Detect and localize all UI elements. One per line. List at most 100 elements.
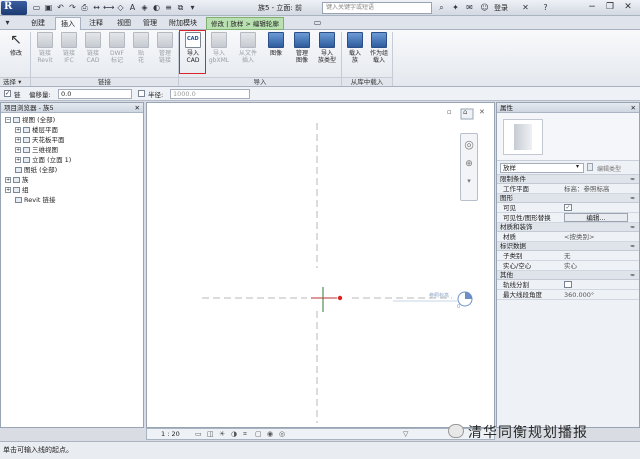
property-value[interactable]: 编辑... bbox=[564, 213, 628, 222]
load-as-group-button[interactable]: 作为组 载入 bbox=[367, 32, 391, 64]
property-value[interactable]: 实心 bbox=[564, 261, 577, 271]
browser-item[interactable]: − 视图 (全部) bbox=[5, 115, 143, 125]
modify-button[interactable]: ↖ 修改 bbox=[4, 32, 28, 57]
restore-button[interactable]: ❐ bbox=[602, 1, 618, 14]
tag-icon[interactable]: ◇ bbox=[115, 2, 126, 13]
close-icon[interactable]: ✕ bbox=[631, 103, 636, 113]
decal-button[interactable]: 贴 花 bbox=[129, 32, 153, 64]
close-icon[interactable]: ✕ bbox=[135, 103, 140, 113]
ribbon-menu-icon[interactable]: ▾ bbox=[2, 17, 13, 28]
print-icon[interactable]: ⎙ bbox=[79, 2, 90, 13]
collapse-icon[interactable]: ≈ bbox=[630, 175, 635, 184]
collapse-icon[interactable]: ≈ bbox=[630, 194, 635, 203]
view-scale[interactable]: 1 : 20 bbox=[161, 429, 180, 439]
property-category[interactable]: 标识数据 ≈ bbox=[497, 242, 639, 251]
steering-wheel-icon[interactable]: ◎ bbox=[461, 138, 477, 151]
radius-input[interactable]: 1000.0 bbox=[170, 89, 250, 99]
load-family-button[interactable]: 载入 族 bbox=[343, 32, 367, 64]
property-value[interactable] bbox=[564, 281, 572, 288]
tab-options-icon[interactable]: ▭ bbox=[312, 17, 323, 28]
zoom-icon[interactable]: ⊕ bbox=[461, 159, 477, 169]
redo-icon[interactable]: ↷ bbox=[67, 2, 78, 13]
minimize-button[interactable]: − bbox=[584, 1, 600, 14]
property-value[interactable]: 360.000° bbox=[564, 290, 594, 300]
application-menu-button[interactable]: R bbox=[1, 1, 27, 15]
expand-icon[interactable]: + bbox=[5, 187, 11, 193]
show-crop-icon[interactable]: ▢ bbox=[255, 429, 262, 439]
tab-manage[interactable]: 管理 bbox=[138, 17, 162, 30]
offset-input[interactable]: 0.0 bbox=[58, 89, 132, 99]
property-category[interactable]: 其他 ≈ bbox=[497, 271, 639, 280]
property-value[interactable]: <按类别> bbox=[564, 232, 594, 242]
import-gbxml-button[interactable]: 导入 gbXML bbox=[207, 32, 231, 64]
link-ifc-button[interactable]: 链接 IFC bbox=[57, 32, 81, 64]
save-icon[interactable]: ▣ bbox=[43, 2, 54, 13]
communication-icon[interactable]: ✉ bbox=[464, 2, 475, 13]
view-cube-icon[interactable]: ⌂ bbox=[463, 108, 467, 116]
browser-item[interactable]: Revit 链接 bbox=[5, 195, 143, 205]
close-view-icon[interactable]: ✕ bbox=[479, 108, 485, 116]
browser-item[interactable]: 图纸 (全部) bbox=[5, 165, 143, 175]
collapse-icon[interactable]: − bbox=[5, 117, 11, 123]
property-category[interactable]: 图形 ≈ bbox=[497, 194, 639, 203]
view-menu-icon[interactable]: ▫ bbox=[447, 108, 452, 116]
browser-item[interactable]: + 天花板平面 bbox=[5, 135, 143, 145]
edit-type-button[interactable]: 编辑类型 bbox=[597, 164, 621, 173]
property-value[interactable]: 标高：参照标高 bbox=[564, 184, 610, 194]
dimension-icon[interactable]: ⟷ bbox=[103, 2, 114, 13]
expand-icon[interactable]: + bbox=[15, 137, 21, 143]
expand-icon[interactable]: + bbox=[15, 147, 21, 153]
browser-item[interactable]: + 族 bbox=[5, 175, 143, 185]
manage-links-button[interactable]: 管理 链接 bbox=[153, 32, 177, 64]
property-value[interactable]: ✓ bbox=[564, 204, 572, 211]
tab-annotate[interactable]: 注释 bbox=[84, 17, 108, 30]
qa-dropdown-icon[interactable]: ▾ bbox=[187, 2, 198, 13]
section-icon[interactable]: ◐ bbox=[151, 2, 162, 13]
tab-view[interactable]: 视图 bbox=[112, 17, 136, 30]
measure-icon[interactable]: ↔ bbox=[91, 2, 102, 13]
insert-from-file-button[interactable]: 从文件 插入 bbox=[236, 32, 260, 64]
browser-item[interactable]: + 立面 (立面 1) bbox=[5, 155, 143, 165]
manage-images-button[interactable]: 管理 图像 bbox=[290, 32, 314, 64]
expand-icon[interactable]: + bbox=[15, 157, 21, 163]
collapse-icon[interactable]: ≈ bbox=[630, 242, 635, 251]
3d-view-icon[interactable]: ◈ bbox=[139, 2, 150, 13]
text-icon[interactable]: A bbox=[127, 2, 138, 13]
expand-icon[interactable]: + bbox=[15, 127, 21, 133]
group-select-label[interactable]: 选择 ▾ bbox=[0, 77, 30, 86]
link-cad-button[interactable]: 链接 CAD bbox=[81, 32, 105, 64]
help-icon[interactable]: ? bbox=[540, 2, 551, 13]
search-input[interactable]: 键入关键字或短语 bbox=[322, 2, 432, 14]
property-category[interactable]: 限制条件 ≈ bbox=[497, 175, 639, 184]
tab-create[interactable]: 创建 bbox=[26, 17, 50, 30]
visual-style-icon[interactable]: ◫ bbox=[207, 429, 214, 439]
detail-level-icon[interactable]: ▭ bbox=[195, 429, 202, 439]
browser-item[interactable]: + 楼层平面 bbox=[5, 125, 143, 135]
sun-path-icon[interactable]: ☀ bbox=[219, 429, 225, 439]
dwf-markup-button[interactable]: DWF 标记 bbox=[105, 32, 129, 64]
collapse-icon[interactable]: ≈ bbox=[630, 223, 635, 232]
expand-icon[interactable]: + bbox=[5, 177, 11, 183]
undo-icon[interactable]: ↶ bbox=[55, 2, 66, 13]
tab-insert[interactable]: 插入 bbox=[55, 17, 81, 30]
tab-modify-sweep-edit-profile[interactable]: 修改 | 放样 > 编辑轮廓 bbox=[206, 17, 284, 30]
import-family-types-button[interactable]: 导入 族类型 bbox=[315, 32, 339, 64]
crop-view-icon[interactable]: ⌗ bbox=[243, 429, 247, 439]
chain-checkbox[interactable]: ✓ bbox=[4, 90, 11, 97]
drawing-canvas[interactable]: 参照标高 0 ▫ ⌂ ✕ ◎ ⊕ ▾ bbox=[146, 102, 495, 428]
type-selector[interactable]: 放样 bbox=[500, 163, 584, 173]
exchange-icon[interactable]: ✕ bbox=[520, 2, 531, 13]
close-windows-icon[interactable]: ⧉ bbox=[175, 2, 186, 13]
link-revit-button[interactable]: 链接 Revit bbox=[33, 32, 57, 64]
filter-icon[interactable]: ▽ bbox=[403, 429, 408, 439]
image-button[interactable]: 图像 bbox=[264, 32, 288, 57]
user-icon[interactable]: ☺ bbox=[479, 2, 490, 13]
temporary-hide-icon[interactable]: ◉ bbox=[267, 429, 273, 439]
binoculars-icon[interactable]: ⌕ bbox=[436, 2, 447, 13]
reveal-hidden-icon[interactable]: ◎ bbox=[279, 429, 285, 439]
thin-lines-icon[interactable]: ≡ bbox=[163, 2, 174, 13]
subscription-icon[interactable]: ✦ bbox=[450, 2, 461, 13]
browser-item[interactable]: + 三维视图 bbox=[5, 145, 143, 155]
tab-addins[interactable]: 附加模块 bbox=[164, 17, 202, 30]
property-value[interactable]: 无 bbox=[564, 251, 571, 261]
